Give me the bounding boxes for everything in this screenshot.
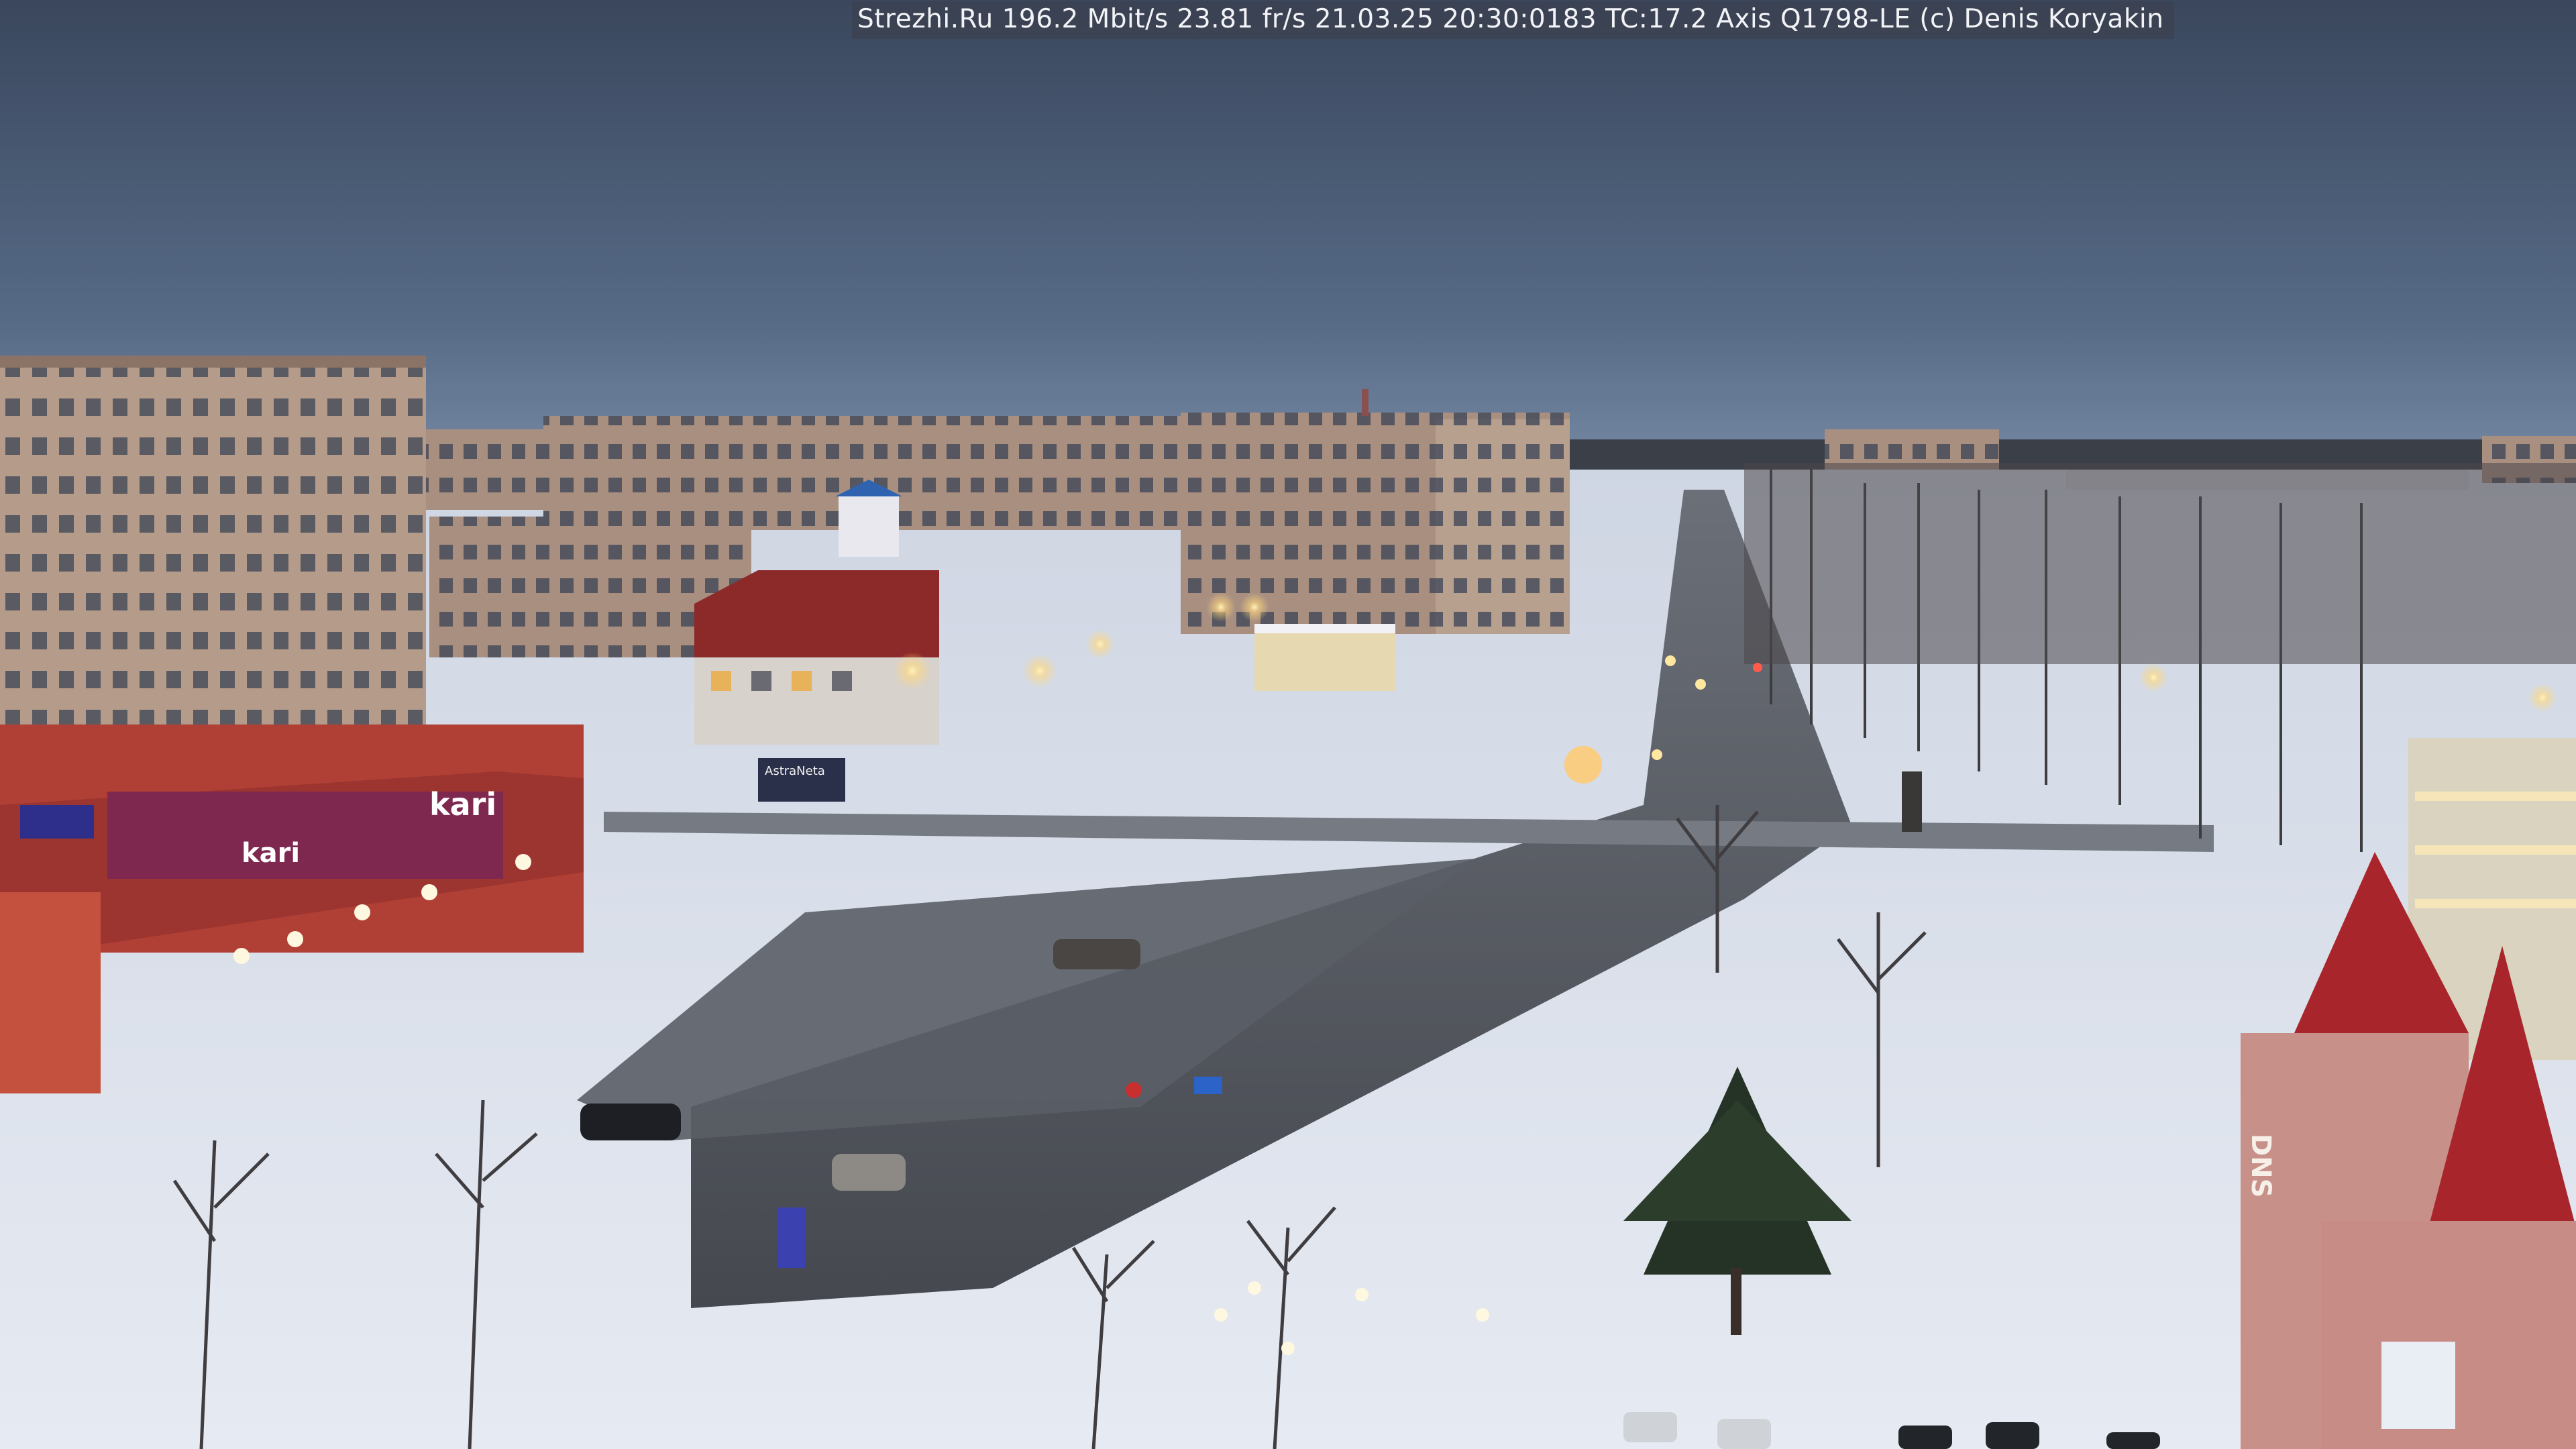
overlay-camera-model: Axis Q1798-LE <box>1716 4 1920 34</box>
overlay-framerate: 23.81 fr/s <box>1177 4 1315 34</box>
camera-info-overlay: Strezhi.Ru 196.2 Mbit/s 23.81 fr/s 21.03… <box>852 1 2175 39</box>
overlay-time: 20:30:0183 <box>1442 4 1605 34</box>
street-webcam-scene: kari kari AstraNeta DNS <box>0 0 2576 1449</box>
overlay-tc: TC:17.2 <box>1605 4 1717 34</box>
overlay-bitrate: 196.2 Mbit/s <box>1002 4 1177 34</box>
overlay-copyright: (c) Denis Koryakin <box>1919 4 2164 34</box>
store-sign-kari: kari <box>429 786 496 822</box>
kiosk-building <box>1254 627 1395 691</box>
overlay-date: 21.03.25 <box>1314 4 1443 34</box>
monument <box>1902 771 1922 832</box>
dns-sign: DNS <box>2245 1134 2276 1198</box>
forest-canopy <box>1744 463 2576 664</box>
center-apartment-tower <box>1181 389 1570 634</box>
overlay-site: Strezhi.Ru <box>857 4 1002 34</box>
billboard-text: AstraNeta <box>765 764 825 778</box>
store-sign-kari-small: kari <box>241 838 300 869</box>
